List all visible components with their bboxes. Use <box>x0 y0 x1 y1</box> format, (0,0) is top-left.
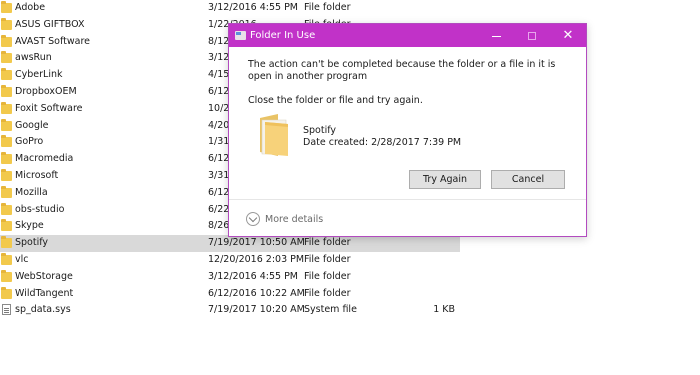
folder-icon <box>1 17 12 30</box>
file-row[interactable]: WildTangent 6/12/2016 10:22 AM File folder <box>0 286 460 303</box>
close-icon: ✕ <box>562 28 574 43</box>
dialog-message: The action can't be completed because th… <box>248 59 556 82</box>
file-date-modified: 8/12 <box>208 35 230 47</box>
file-name: Spotify <box>15 237 49 249</box>
maximize-button <box>514 24 550 47</box>
file-date-modified: 7/19/2017 10:50 AM <box>208 237 305 249</box>
window-icon <box>235 31 246 40</box>
minimize-icon <box>491 35 501 37</box>
file-name: AVAST Software <box>15 35 91 47</box>
file-name: Mozilla <box>15 186 48 198</box>
file-name: vlc <box>15 253 29 265</box>
dialog-title: Folder In Use <box>250 30 316 41</box>
folder-icon <box>1 236 12 249</box>
try-again-button[interactable]: Try Again <box>409 170 481 189</box>
folder-icon <box>1 51 12 64</box>
file-name: Foxit Software <box>15 102 83 114</box>
file-name: GoPro <box>15 136 44 148</box>
file-date-modified: 6/22 <box>208 203 230 215</box>
file-name: ASUS GIFTBOX <box>15 18 85 30</box>
file-name: obs-studio <box>15 203 65 215</box>
file-size: 1 KB <box>433 304 455 316</box>
folder-in-use-dialog: Folder In Use ✕ The action can't be comp… <box>228 23 587 237</box>
folder-icon <box>1 168 12 181</box>
file-date-modified: 3/12 <box>208 52 230 64</box>
file-date-modified: 12/20/2016 2:03 PM <box>208 253 305 265</box>
file-name: Google <box>15 119 49 131</box>
file-name: awsRun <box>15 52 52 64</box>
file-type: File folder <box>304 2 351 13</box>
file-type: File folder <box>304 253 351 265</box>
file-date-modified: 6/12 <box>208 153 230 165</box>
file-name: WildTangent <box>15 287 74 299</box>
file-name: Skype <box>15 220 44 232</box>
date-created-value: 2/28/2017 7:39 PM <box>371 137 462 148</box>
file-date-modified: 7/19/2017 10:20 AM <box>208 304 305 316</box>
folder-icon <box>1 252 12 265</box>
folder-icon <box>1 286 12 299</box>
system-file-icon <box>2 304 11 316</box>
file-row[interactable]: Adobe 3/12/2016 4:55 PM File folder <box>0 0 460 17</box>
folder-icon <box>1 185 12 198</box>
folder-icon <box>1 219 12 232</box>
folder-icon <box>1 135 12 148</box>
file-row[interactable]: vlc 12/20/2016 2:03 PM File folder <box>0 252 460 269</box>
dialog-divider <box>229 199 586 200</box>
file-type: File folder <box>304 237 351 249</box>
folder-icon <box>1 101 12 114</box>
folder-icon <box>1 1 12 13</box>
file-date-modified: 3/12/2016 4:55 PM <box>208 270 299 282</box>
folder-icon <box>1 34 12 47</box>
file-name: WebStorage <box>15 270 73 282</box>
file-name: DropboxOEM <box>15 85 77 97</box>
file-name: CyberLink <box>15 69 63 81</box>
maximize-icon <box>528 32 536 40</box>
file-date-modified: 4/15 <box>208 69 230 81</box>
file-name: Macromedia <box>15 153 74 165</box>
file-type: System file <box>304 304 357 316</box>
file-row[interactable]: WebStorage 3/12/2016 4:55 PM File folder <box>0 269 460 286</box>
file-date-modified: 6/12/2016 10:22 AM <box>208 287 305 299</box>
file-name: Adobe <box>15 2 46 13</box>
folder-icon <box>1 118 12 131</box>
dialog-instruction: Close the folder or file and try again. <box>248 95 423 106</box>
file-date-modified: 6/12 <box>208 85 230 97</box>
folder-icon <box>1 202 12 215</box>
close-button[interactable]: ✕ <box>550 24 586 47</box>
open-folder-icon <box>260 114 288 156</box>
folder-icon <box>1 68 12 81</box>
folder-icon <box>1 152 12 165</box>
folder-date-created: Date created: 2/28/2017 7:39 PM <box>303 137 461 148</box>
file-name: Microsoft <box>15 169 59 181</box>
file-date-modified: 1/31 <box>208 136 230 148</box>
dialog-titlebar[interactable]: Folder In Use ✕ <box>229 24 586 47</box>
date-created-label: Date created: <box>303 137 369 148</box>
folder-icon <box>1 269 12 282</box>
file-row[interactable]: sp_data.sys 7/19/2017 10:20 AM System file… <box>0 302 460 319</box>
file-date-modified: 3/12/2016 4:55 PM <box>208 2 299 13</box>
more-details-toggle[interactable]: More details <box>246 211 324 228</box>
minimize-button[interactable] <box>478 24 514 47</box>
file-type: File folder <box>304 270 351 282</box>
file-date-modified: 6/12 <box>208 186 230 198</box>
folder-icon <box>1 84 12 97</box>
file-date-modified: 8/26 <box>208 220 230 232</box>
file-date-modified: 3/31 <box>208 169 230 181</box>
file-name: sp_data.sys <box>15 304 71 316</box>
cancel-button[interactable]: Cancel <box>491 170 565 189</box>
more-details-label: More details <box>265 214 324 225</box>
folder-item-name: Spotify <box>303 125 337 136</box>
file-date-modified: 10/2 <box>208 102 230 114</box>
file-row[interactable]: Spotify 7/19/2017 10:50 AM File folder <box>0 235 460 252</box>
file-type: File folder <box>304 287 351 299</box>
chevron-down-icon <box>246 211 260 226</box>
file-date-modified: 4/20 <box>208 119 230 131</box>
